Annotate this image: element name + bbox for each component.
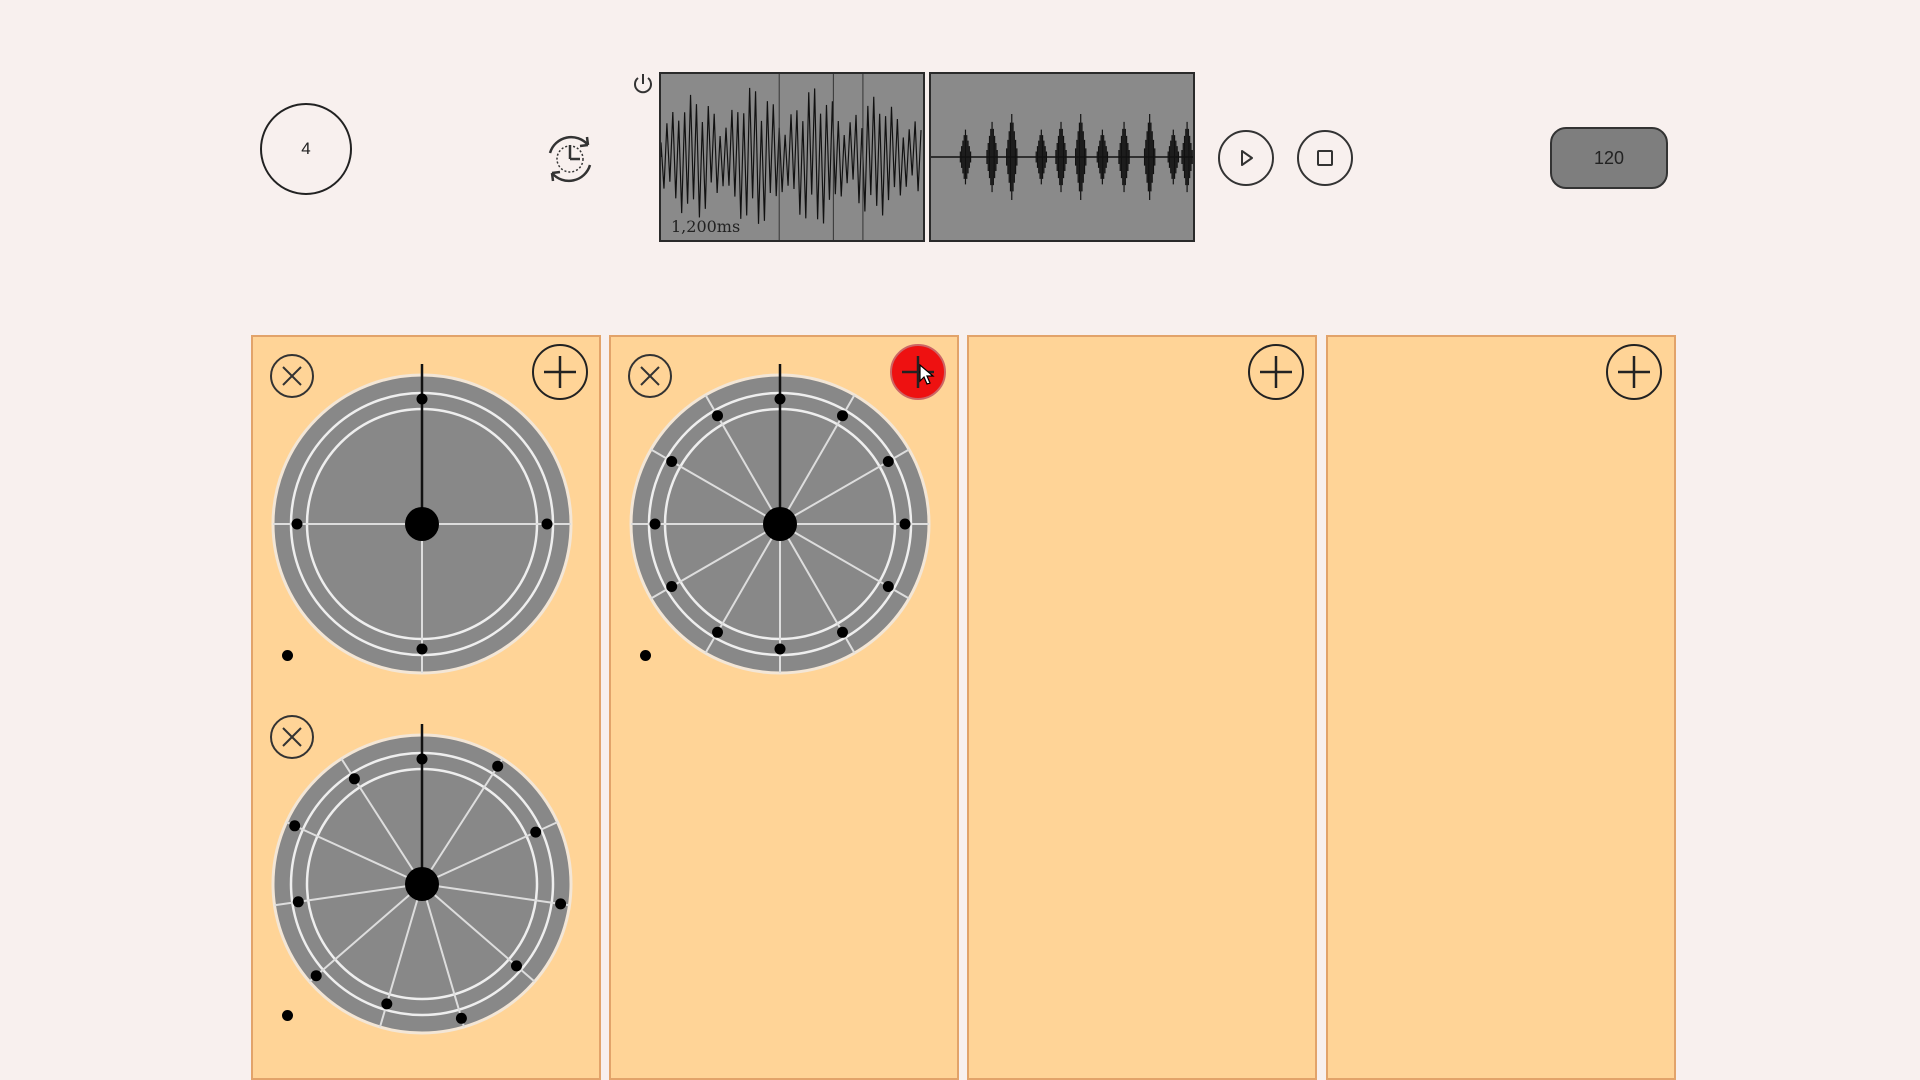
track-column-4 xyxy=(1326,335,1676,1080)
beats-per-measure-circle[interactable]: 4 xyxy=(260,103,352,195)
step-beat-dot xyxy=(666,581,678,592)
step-beat-dot xyxy=(837,626,848,638)
step-beat-dot xyxy=(416,393,428,405)
beats-value: 4 xyxy=(301,139,311,158)
rhythm-indicator-dot xyxy=(640,650,651,661)
play-button[interactable] xyxy=(1218,130,1274,186)
sample-waveform-right[interactable] xyxy=(929,72,1195,242)
plus-circle-icon xyxy=(1248,344,1304,400)
rhythm-wheel-hub xyxy=(405,867,439,901)
step-beat-dot xyxy=(348,773,360,785)
step-beat-dot xyxy=(666,456,678,467)
add-rhythm-button-4[interactable] xyxy=(1605,343,1663,406)
bpm-field[interactable]: 120 xyxy=(1550,127,1668,189)
rhythm-wheel-hub xyxy=(405,507,439,541)
step-beat-dot xyxy=(649,518,661,530)
step-beat-dot xyxy=(492,760,504,772)
step-beat-dot xyxy=(882,581,894,592)
step-beat-dot xyxy=(530,826,542,838)
step-beat-dot xyxy=(291,518,303,530)
step-beat-dot xyxy=(712,410,723,422)
rhythm-wheel-2a[interactable] xyxy=(629,359,931,681)
step-beat-dot xyxy=(774,393,786,405)
rhythm-wheel-hub xyxy=(763,507,797,541)
step-beat-dot xyxy=(511,960,522,972)
step-beat-dot xyxy=(455,1012,467,1024)
sync-tempo-icon[interactable] xyxy=(538,127,602,191)
stop-icon xyxy=(1317,150,1333,166)
sample-waveform-left[interactable]: 1,200ms xyxy=(659,72,925,242)
step-beat-dot xyxy=(289,820,301,832)
rhythm-wheel-1b[interactable] xyxy=(271,719,573,1041)
track-column-3 xyxy=(967,335,1317,1080)
step-beat-dot xyxy=(416,753,428,765)
play-icon xyxy=(1241,150,1253,166)
step-beat-dot xyxy=(837,410,848,422)
step-beat-dot xyxy=(882,456,894,467)
rhythm-indicator-dot xyxy=(282,650,293,661)
stop-button[interactable] xyxy=(1297,130,1353,186)
power-icon[interactable] xyxy=(631,72,655,96)
rhythm-wheel-1a[interactable] xyxy=(271,359,573,681)
step-beat-dot xyxy=(899,518,911,530)
sample-duration-label: 1,200ms xyxy=(671,217,741,236)
rhythm-indicator-dot xyxy=(282,1010,293,1021)
step-beat-dot xyxy=(292,896,304,908)
plus-circle-icon xyxy=(1606,344,1662,400)
step-beat-dot xyxy=(774,643,786,655)
add-rhythm-button-3[interactable] xyxy=(1247,343,1305,406)
step-beat-dot xyxy=(416,643,428,655)
step-beat-dot xyxy=(541,518,553,530)
bpm-value: 120 xyxy=(1593,147,1625,168)
step-beat-dot xyxy=(381,998,393,1010)
step-beat-dot xyxy=(310,970,322,982)
step-beat-dot xyxy=(555,898,567,910)
step-beat-dot xyxy=(712,626,723,638)
